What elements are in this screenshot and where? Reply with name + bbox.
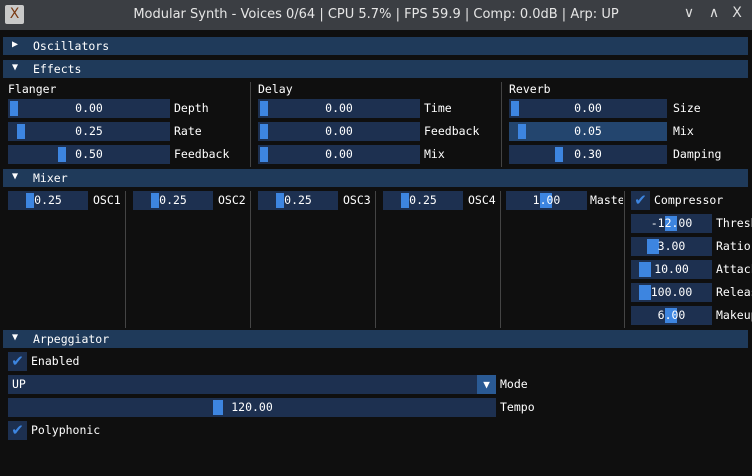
checkbox-label: Compressor <box>654 193 724 207</box>
slider-label: Makeup <box>716 308 752 322</box>
compressor-makeup-slider[interactable]: 6.00 <box>631 306 712 325</box>
reverb-mix-slider[interactable]: 0.05 <box>509 122 667 141</box>
slider-label: Time <box>424 101 452 115</box>
checkbox-label: Polyphonic <box>31 423 101 437</box>
osc4-level-slider[interactable]: 0.25 <box>383 191 463 210</box>
slider-value: 120.00 <box>231 400 273 414</box>
slider-label: Master <box>590 193 623 207</box>
slider-label: Rate <box>174 124 202 138</box>
slider-value: 0.00 <box>325 124 353 138</box>
enabled-checkbox[interactable]: ✔ <box>8 352 27 371</box>
column-divider <box>501 82 502 167</box>
slider-value: 0.25 <box>284 193 312 207</box>
arpeggiator-header[interactable]: ▼ Arpeggiator <box>3 330 748 348</box>
slider-label: Size <box>673 101 701 115</box>
window-title: Modular Synth - Voices 0/64 | CPU 5.7% |… <box>133 7 619 22</box>
header-label: Arpeggiator <box>33 332 110 346</box>
slider-value: 0.00 <box>574 101 602 115</box>
title-bar: X Modular Synth - Voices 0/64 | CPU 5.7%… <box>0 0 752 30</box>
slider-value: 10.00 <box>654 262 689 276</box>
osc2-level-slider[interactable]: 0.25 <box>133 191 213 210</box>
slider-value: 0.25 <box>75 124 103 138</box>
master-level-slider[interactable]: 1.00 <box>506 191 587 210</box>
compressor-threshold-slider[interactable]: -12.00 <box>631 214 712 233</box>
slider-label: OSC1 <box>93 193 121 207</box>
slider-label: Ratio <box>716 239 751 253</box>
slider-label: Release <box>716 285 752 299</box>
column-divider <box>624 191 625 328</box>
slider-label: Attack <box>716 262 752 276</box>
reverb-title: Reverb <box>509 82 551 96</box>
delay-mix-slider[interactable]: 0.00 <box>258 145 420 164</box>
delay-feedback-slider[interactable]: 0.00 <box>258 122 420 141</box>
close-icon[interactable]: X <box>728 5 746 21</box>
slider-label: Tempo <box>500 400 535 414</box>
slider-label: Mix <box>673 124 694 138</box>
slider-label: Threshold <box>716 216 752 230</box>
maximize-icon[interactable]: ∧ <box>705 5 723 21</box>
flanger-title: Flanger <box>8 82 57 96</box>
slider-value: 3.00 <box>657 239 686 253</box>
slider-value: 0.50 <box>75 147 103 161</box>
oscillators-header[interactable]: ▶ Oscillators <box>3 37 748 55</box>
header-label: Oscillators <box>33 39 110 53</box>
checkbox-label: Enabled <box>31 354 80 368</box>
column-divider <box>375 191 376 328</box>
combo-label: Mode <box>500 377 528 391</box>
slider-label: OSC2 <box>218 193 246 207</box>
slider-value: 0.25 <box>409 193 437 207</box>
slider-label: Feedback <box>174 147 230 161</box>
mixer-header[interactable]: ▼ Mixer <box>3 169 748 187</box>
column-divider <box>125 191 126 328</box>
minimize-icon[interactable]: ∨ <box>680 5 698 21</box>
compressor-release-slider[interactable]: 100.00 <box>631 283 712 302</box>
chevron-down-icon[interactable]: ▼ <box>477 375 496 394</box>
delay-title: Delay <box>258 82 293 96</box>
osc1-level-slider[interactable]: 0.25 <box>8 191 88 210</box>
slider-value: 0.30 <box>574 147 602 161</box>
polyphonic-checkbox[interactable]: ✔ <box>8 421 27 440</box>
column-divider <box>500 191 501 328</box>
effects-header[interactable]: ▼ Effects <box>3 60 748 78</box>
expanded-arrow-icon: ▼ <box>12 171 19 182</box>
column-divider <box>250 191 251 328</box>
compressor-attack-slider[interactable]: 10.00 <box>631 260 712 279</box>
reverb-damping-slider[interactable]: 0.30 <box>509 145 667 164</box>
collapsed-arrow-icon: ▶ <box>12 39 19 50</box>
delay-time-slider[interactable]: 0.00 <box>258 99 420 118</box>
flanger-rate-slider[interactable]: 0.25 <box>8 122 170 141</box>
slider-value: 0.25 <box>159 193 187 207</box>
header-label: Mixer <box>33 171 68 185</box>
slider-value: 0.25 <box>34 193 62 207</box>
header-label: Effects <box>33 62 82 76</box>
expanded-arrow-icon: ▼ <box>12 62 19 73</box>
reverb-size-slider[interactable]: 0.00 <box>509 99 667 118</box>
slider-value: -12.00 <box>650 216 693 230</box>
slider-label: Mix <box>424 147 445 161</box>
mode-combo[interactable]: UP ▼ <box>8 375 496 394</box>
slider-label: OSC3 <box>343 193 371 207</box>
slider-value: 1.00 <box>532 193 561 207</box>
flanger-depth-slider[interactable]: 0.00 <box>8 99 170 118</box>
osc3-level-slider[interactable]: 0.25 <box>258 191 338 210</box>
slider-value: 0.00 <box>325 101 353 115</box>
tempo-slider[interactable]: 120.00 <box>8 398 496 417</box>
combo-value: UP <box>12 377 26 391</box>
slider-value: 6.00 <box>657 308 686 322</box>
slider-value: 100.00 <box>650 285 693 299</box>
slider-value: 0.00 <box>325 147 353 161</box>
slider-label: Feedback <box>424 124 480 138</box>
slider-label: Damping <box>673 147 722 161</box>
slider-value: 0.00 <box>75 101 103 115</box>
slider-value: 0.05 <box>574 124 602 138</box>
flanger-feedback-slider[interactable]: 0.50 <box>8 145 170 164</box>
column-divider <box>250 82 251 167</box>
expanded-arrow-icon: ▼ <box>12 332 19 343</box>
compressor-ratio-slider[interactable]: 3.00 <box>631 237 712 256</box>
compressor-checkbox[interactable]: ✔ <box>631 191 650 210</box>
slider-label: Depth <box>174 101 209 115</box>
slider-label: OSC4 <box>468 193 496 207</box>
